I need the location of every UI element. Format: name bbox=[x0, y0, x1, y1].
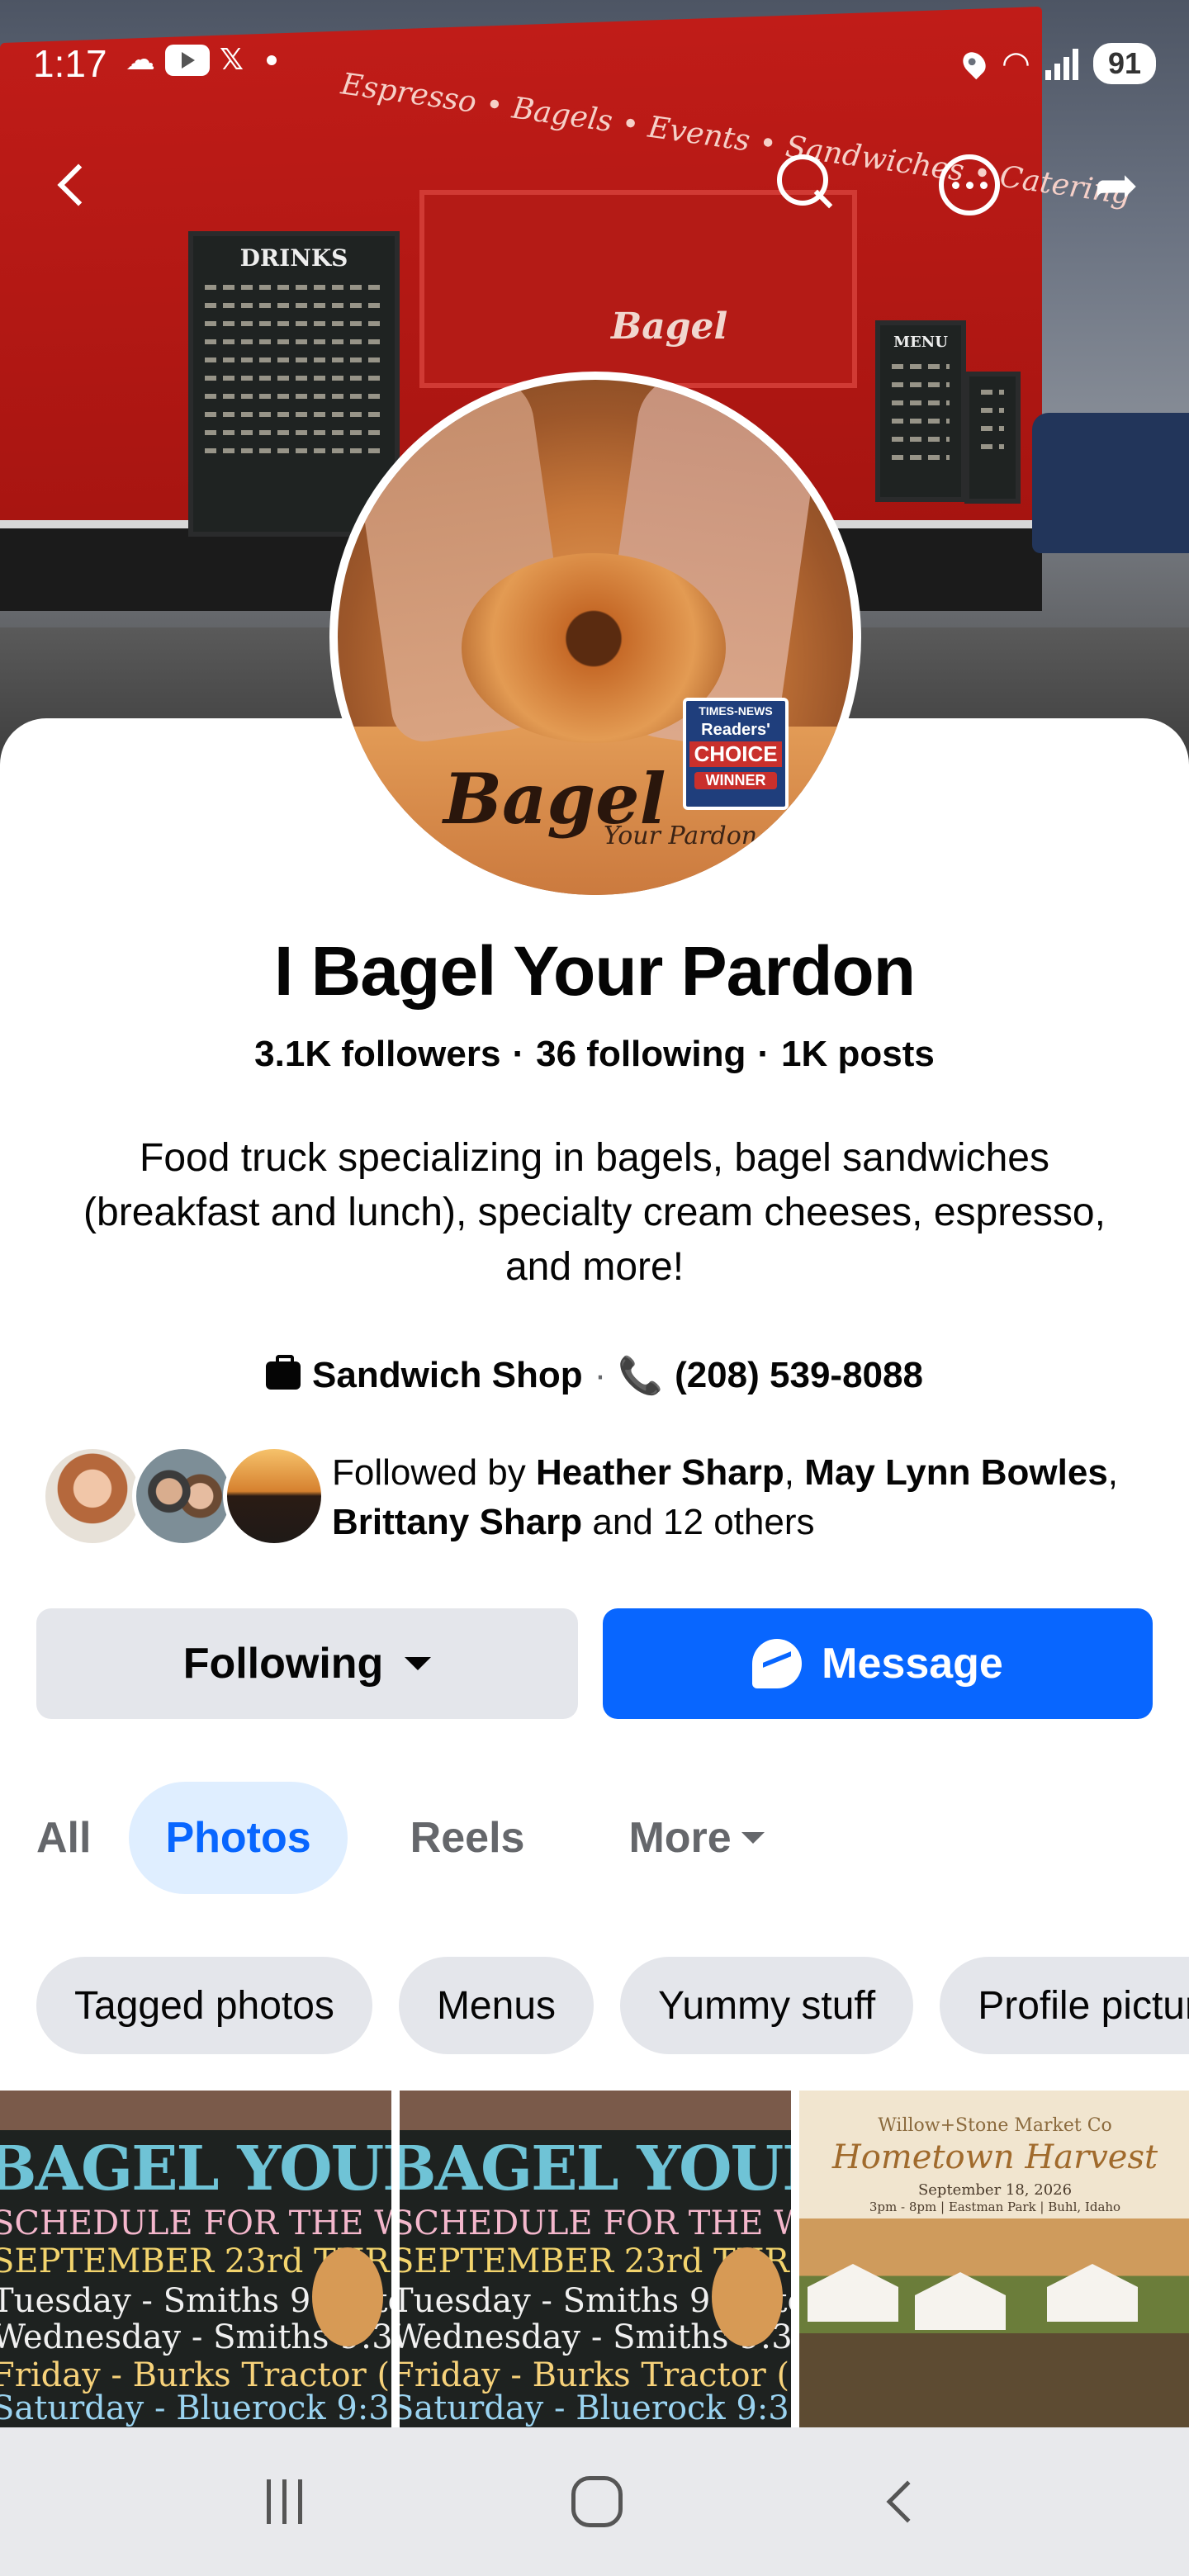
market-tent bbox=[915, 2272, 1006, 2330]
pickup-truck bbox=[1032, 413, 1189, 553]
message-button-label: Message bbox=[822, 1640, 1003, 1688]
system-icons: ◠ 91 bbox=[958, 43, 1156, 84]
tab-photos[interactable]: Photos bbox=[129, 1782, 348, 1894]
tab-reels[interactable]: Reels bbox=[374, 1782, 561, 1894]
serving-window bbox=[419, 190, 857, 388]
profile-picture-image: Bagel Your Pardon TIMES-NEWS Readers' CH… bbox=[338, 380, 853, 895]
market-tent bbox=[808, 2264, 898, 2322]
side-chalkboard bbox=[964, 372, 1021, 504]
photo-album-chips: Tagged photos Menus Yummy stuff Profile … bbox=[36, 1957, 1189, 2054]
followed-by-text[interactable]: Followed by Heather Sharp, May Lynn Bowl… bbox=[332, 1448, 1158, 1547]
profile-stats: 3.1K followers · 36 following · 1K posts bbox=[254, 1034, 935, 1074]
page-details: Sandwich Shop · 📞 (208) 539-8088 bbox=[0, 1354, 1189, 1397]
readers-choice-badge: TIMES-NEWS Readers' CHOICE WINNER bbox=[683, 698, 789, 810]
more-notifications-dot-icon bbox=[267, 54, 277, 65]
category-label: Sandwich Shop bbox=[312, 1355, 583, 1395]
briefcase-icon bbox=[266, 1355, 301, 1390]
tab-more[interactable]: More bbox=[592, 1782, 800, 1894]
avatar-logo-subtext: Your Pardon bbox=[604, 822, 758, 850]
tab-all[interactable]: All bbox=[0, 1782, 119, 1894]
chip-tagged-photos[interactable]: Tagged photos bbox=[36, 1957, 372, 2054]
wifi-icon: ◠ bbox=[1002, 45, 1030, 82]
caret-down-icon bbox=[405, 1657, 432, 1670]
tab-more-label: More bbox=[628, 1814, 732, 1862]
mutual-followers-avatars[interactable] bbox=[41, 1445, 325, 1547]
recent-apps-icon[interactable] bbox=[267, 2479, 303, 2524]
page-title: I Bagel Your Pardon bbox=[273, 932, 916, 1010]
location-icon bbox=[958, 47, 991, 80]
avatar bbox=[41, 1445, 144, 1547]
photo-thumbnail[interactable]: BAGEL YOUR PARDON SCHEDULE FOR THE WEEK … bbox=[0, 2091, 391, 2427]
following-button-label: Following bbox=[182, 1640, 384, 1688]
menu-chalkboard: MENU bbox=[875, 320, 966, 502]
message-button[interactable]: Message bbox=[603, 1608, 1153, 1719]
menu-chalkboard-title: MENU bbox=[893, 334, 948, 351]
avatar bbox=[132, 1445, 234, 1547]
bagel-mascot bbox=[312, 2247, 383, 2346]
phone-number[interactable]: (208) 539-8088 bbox=[675, 1355, 923, 1396]
home-icon[interactable] bbox=[571, 2476, 623, 2527]
back-arrow-icon[interactable] bbox=[40, 152, 106, 218]
messenger-icon bbox=[752, 1639, 803, 1688]
truck-logo: Bagel bbox=[611, 305, 728, 348]
back-icon[interactable] bbox=[886, 2480, 929, 2523]
photo-thumbnail[interactable]: BAGEL YOUR PARDON SCHEDULE FOR THE WEEK … bbox=[400, 2091, 791, 2427]
battery-indicator: 91 bbox=[1092, 43, 1156, 84]
profile-tabs: All Photos Reels More bbox=[36, 1782, 801, 1894]
chalkboard-title: DRINKS bbox=[239, 244, 348, 272]
profile-picture[interactable]: Bagel Your Pardon TIMES-NEWS Readers' CH… bbox=[329, 372, 861, 903]
caret-down-icon bbox=[741, 1832, 765, 1844]
following-button[interactable]: Following bbox=[36, 1608, 578, 1719]
search-icon[interactable] bbox=[775, 152, 841, 218]
page-bio: Food truck specializing in bagels, bagel… bbox=[83, 1136, 1106, 1289]
followers-count[interactable]: 3.1K followers bbox=[254, 1034, 500, 1074]
bagel-mascot bbox=[712, 2247, 783, 2346]
share-icon[interactable]: ➦ bbox=[1083, 152, 1149, 218]
system-navigation-bar bbox=[0, 2427, 1189, 2576]
following-count[interactable]: 36 following bbox=[536, 1034, 746, 1074]
chip-yummy-stuff[interactable]: Yummy stuff bbox=[620, 1957, 914, 2054]
status-bar: 1:17 ☁ 𝕏 ◠ 91 bbox=[0, 0, 1189, 140]
chip-profile-pictures[interactable]: Profile pictures bbox=[940, 1957, 1189, 2054]
x-icon: 𝕏 bbox=[220, 43, 244, 77]
market-tent bbox=[1047, 2264, 1138, 2322]
chip-menus[interactable]: Menus bbox=[398, 1957, 594, 2054]
facebook-page-profile: Espresso • Bagels • Events • Sandwiches … bbox=[0, 0, 1189, 2576]
cloud-icon: ☁ bbox=[126, 43, 155, 77]
phone-icon: 📞 bbox=[618, 1356, 664, 1396]
more-options-icon[interactable] bbox=[936, 152, 1002, 218]
youtube-icon bbox=[165, 44, 210, 76]
photo-thumbnail[interactable]: Willow+Stone Market Co Hometown Harvest … bbox=[799, 2091, 1189, 2427]
status-time: 1:17 bbox=[33, 42, 107, 85]
notification-icons: ☁ 𝕏 bbox=[126, 43, 277, 77]
avatar bbox=[223, 1445, 325, 1547]
photo-grid: BAGEL YOUR PARDON SCHEDULE FOR THE WEEK … bbox=[0, 2091, 1189, 2427]
posts-count: 1K posts bbox=[781, 1034, 935, 1074]
signal-icon bbox=[1045, 47, 1078, 80]
